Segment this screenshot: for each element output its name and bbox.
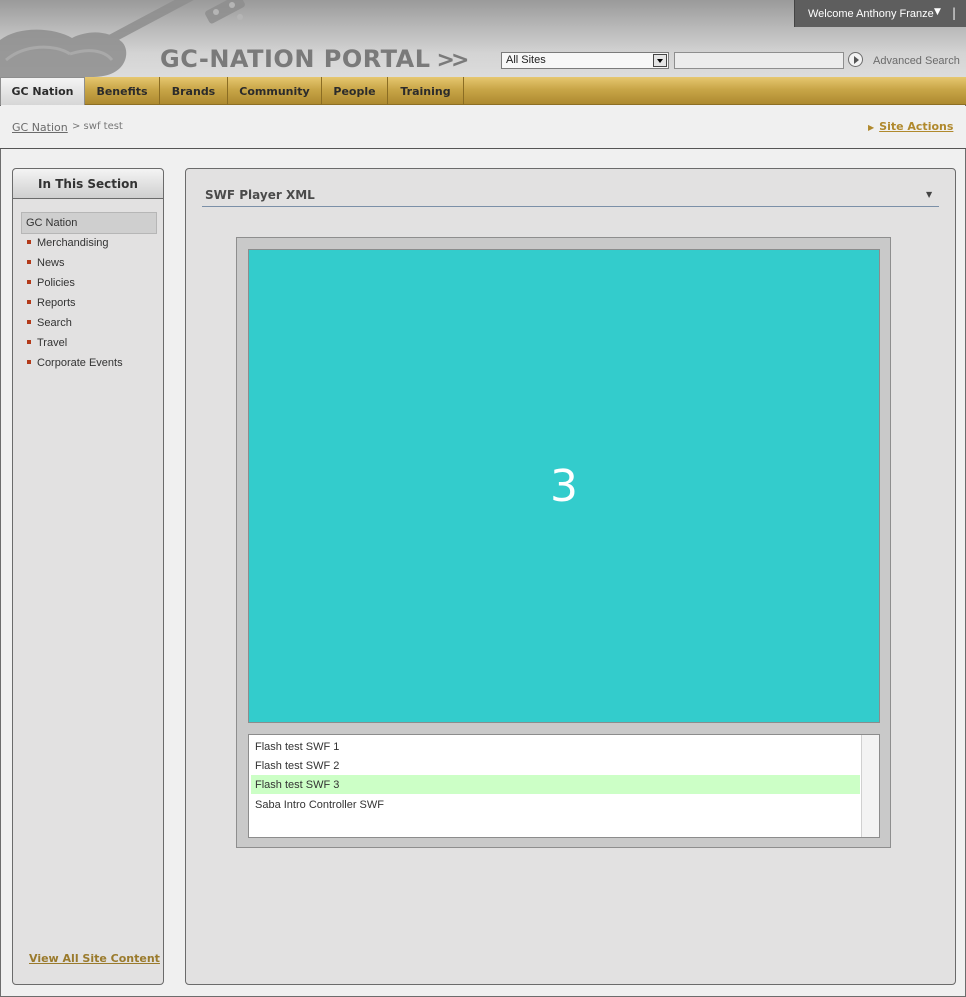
bullet-icon <box>27 280 31 285</box>
chevron-double-right-icon: >> <box>436 48 470 73</box>
welcome-menu[interactable]: Welcome Anthony Franze ▼ | <box>794 0 966 27</box>
slide-number: 3 <box>550 460 578 512</box>
welcome-text: Welcome Anthony Franze <box>808 8 934 20</box>
tab-benefits[interactable]: Benefits <box>85 77 160 105</box>
search-input[interactable] <box>674 52 844 69</box>
tab-community[interactable]: Community <box>228 77 322 105</box>
tab-brands[interactable]: Brands <box>160 77 228 105</box>
leftnav-item-merchandising[interactable]: Merchandising <box>27 237 109 251</box>
site-actions-menu[interactable]: ▶ Site Actions <box>868 120 953 133</box>
bullet-icon <box>27 240 31 245</box>
search-scope-value: All Sites <box>506 54 546 66</box>
swf-playlist: Flash test SWF 1 Flash test SWF 2 Flash … <box>248 734 880 838</box>
leftnav-item-corporate-events[interactable]: Corporate Events <box>27 357 123 371</box>
playlist-item[interactable]: Saba Intro Controller SWF <box>251 795 860 814</box>
web-part-title: SWF Player XML <box>205 188 315 202</box>
breadcrumb-current: > swf test <box>72 121 123 132</box>
tab-training[interactable]: Training <box>388 77 464 105</box>
bullet-icon <box>27 340 31 345</box>
leftnav-root-link[interactable]: GC Nation <box>21 212 157 234</box>
view-all-site-content-link[interactable]: View All Site Content <box>29 952 160 965</box>
playlist-item[interactable]: Flash test SWF 1 <box>251 737 860 756</box>
breadcrumb-root-link[interactable]: GC Nation <box>12 121 68 134</box>
bullet-icon <box>27 260 31 265</box>
playlist-scrollbar[interactable] <box>861 735 879 837</box>
breadcrumb: GC Nation > swf test ▶ Site Actions <box>0 106 966 149</box>
search-go-icon[interactable] <box>848 52 863 67</box>
quick-launch: In This Section GC Nation Merchandising … <box>12 168 164 985</box>
dropdown-arrow-icon[interactable] <box>653 54 667 67</box>
bullet-icon <box>27 320 31 325</box>
swf-player-stage[interactable]: 3 <box>248 249 880 723</box>
section-heading: In This Section <box>13 169 163 199</box>
leftnav-item-reports[interactable]: Reports <box>27 297 76 311</box>
triangle-right-icon: ▶ <box>868 123 875 132</box>
chevron-down-icon: ▼ <box>934 7 941 17</box>
advanced-search-link[interactable]: Advanced Search <box>873 55 960 67</box>
title-divider <box>202 206 939 207</box>
leftnav-item-policies[interactable]: Policies <box>27 277 75 291</box>
tab-gc-nation[interactable]: GC Nation <box>0 77 85 105</box>
top-nav: GC Nation Benefits Brands Community Peop… <box>0 77 966 105</box>
tab-people[interactable]: People <box>322 77 388 105</box>
bullet-icon <box>27 300 31 305</box>
leftnav-item-news[interactable]: News <box>27 257 65 271</box>
portal-title: GC-NATION PORTAL >> <box>160 45 470 73</box>
playlist-item-selected[interactable]: Flash test SWF 3 <box>251 775 860 794</box>
leftnav-item-search[interactable]: Search <box>27 317 72 331</box>
welcome-separator: | <box>952 6 957 20</box>
web-part-zone: SWF Player XML ▼ 3 Flash test SWF 1 Flas… <box>185 168 956 985</box>
search-scope-select[interactable]: All Sites <box>501 52 669 69</box>
leftnav-item-travel[interactable]: Travel <box>27 337 67 351</box>
bullet-icon <box>27 360 31 365</box>
portal-header: GC-NATION PORTAL >> Welcome Anthony Franz… <box>0 0 966 77</box>
playlist-item[interactable]: Flash test SWF 2 <box>251 756 860 775</box>
swf-player: 3 Flash test SWF 1 Flash test SWF 2 Flas… <box>236 237 891 848</box>
web-part-menu-icon[interactable]: ▼ <box>926 190 932 199</box>
site-actions-label: Site Actions <box>879 120 954 133</box>
